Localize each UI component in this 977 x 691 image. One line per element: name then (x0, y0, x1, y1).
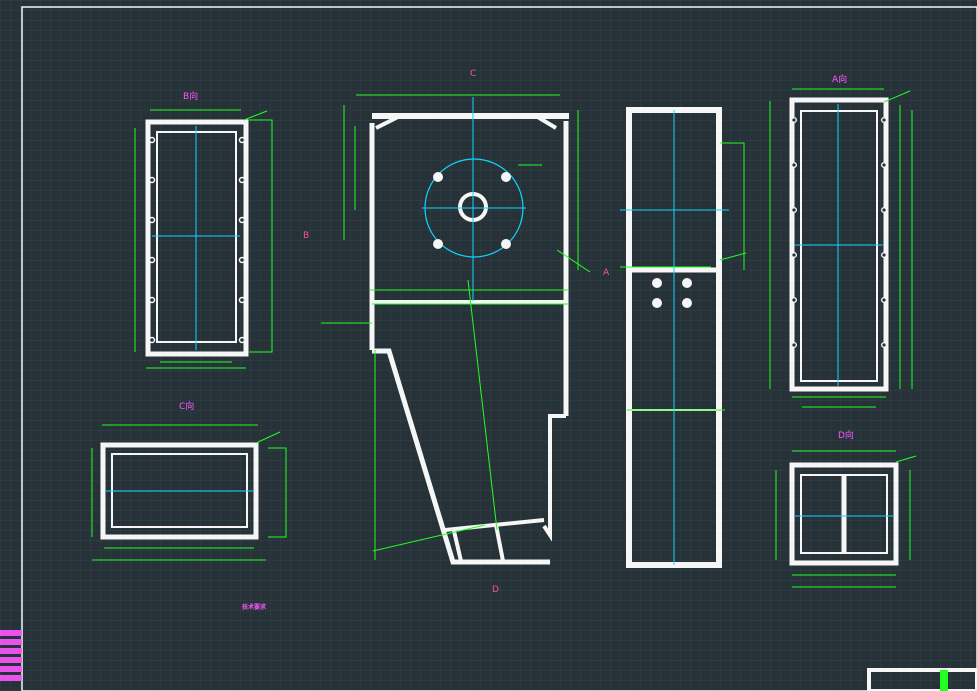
side-tab (0, 639, 22, 645)
notes-title: 技术要求 (242, 604, 267, 611)
view-d-label: D向 (838, 431, 854, 441)
section-mark-a: A (603, 268, 610, 278)
side-tab (0, 675, 22, 681)
section-mark-d: D (492, 585, 499, 595)
side-tab (0, 630, 22, 636)
side-tabs (0, 630, 22, 691)
section-mark-c: C (470, 69, 477, 79)
side-tab (0, 648, 22, 654)
view-c-label: C向 (179, 402, 195, 412)
section-mark-b: B (303, 231, 310, 241)
view-a-label: A向 (832, 75, 848, 85)
side-tab (0, 657, 22, 663)
view-b-label: B向 (183, 92, 199, 102)
side-tab (0, 666, 22, 672)
drawing-canvas (0, 0, 977, 691)
